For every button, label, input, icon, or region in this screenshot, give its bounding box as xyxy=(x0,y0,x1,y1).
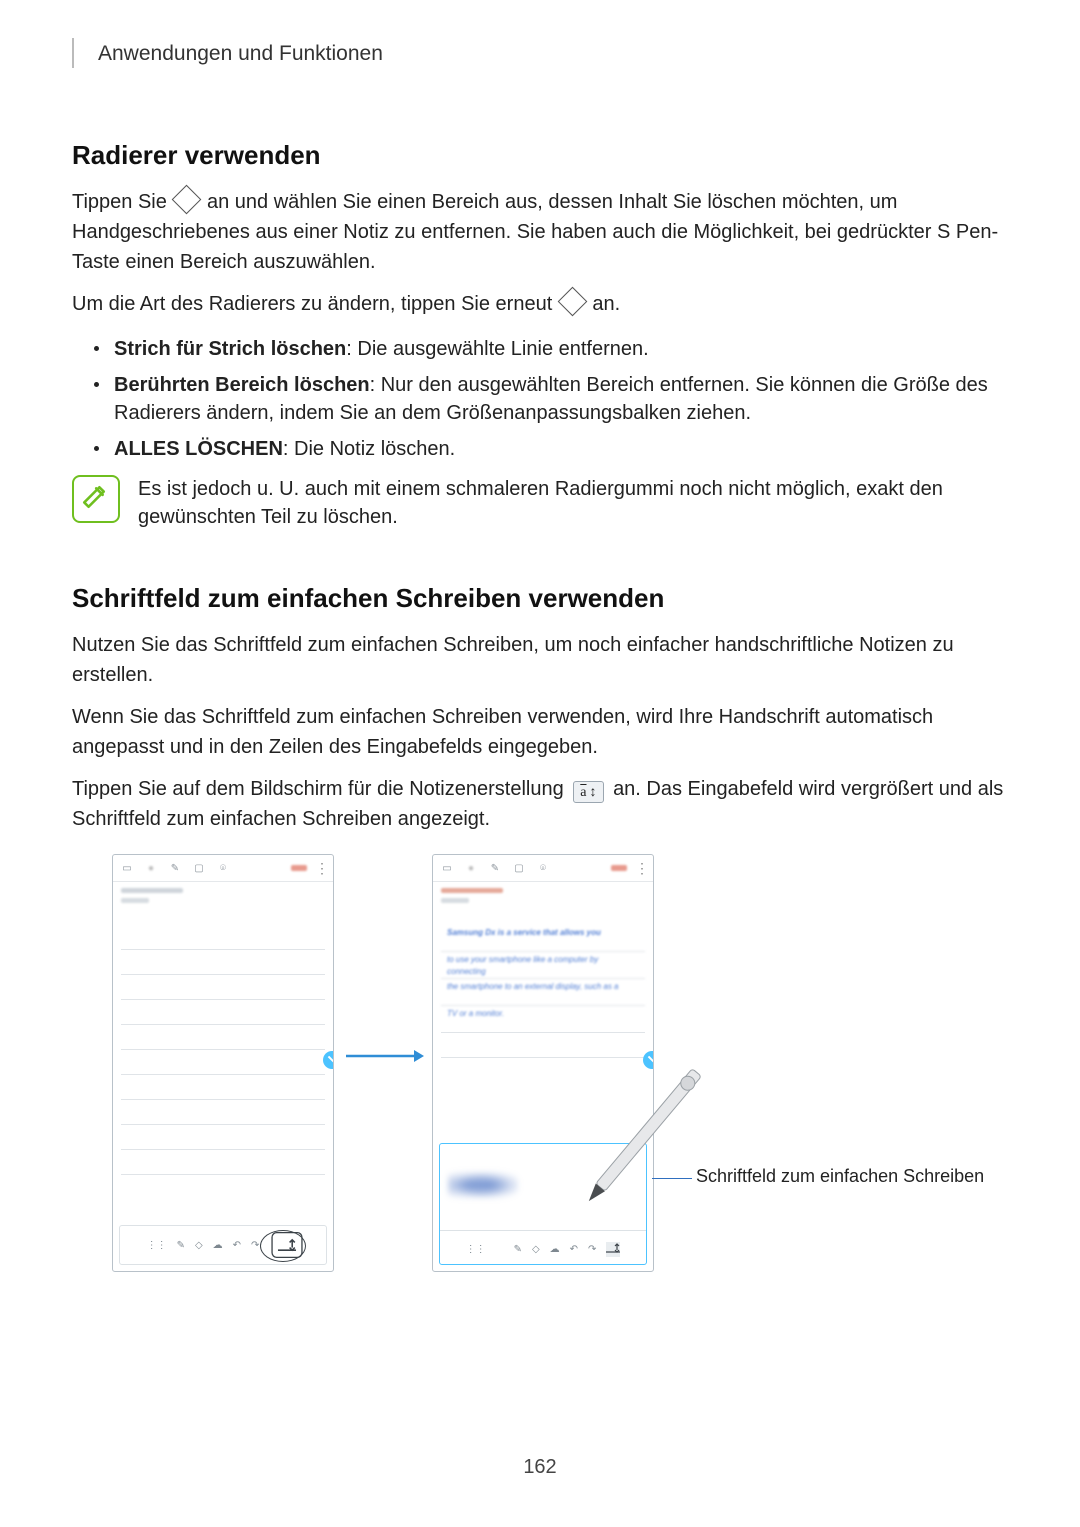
list-item: Berührten Bereich löschen: Nur den ausge… xyxy=(72,367,1008,431)
brush-icon: ✎ xyxy=(167,863,183,874)
running-header: Anwendungen und Funktionen xyxy=(72,38,1008,68)
handwriting-line: to use your smartphone like a computer b… xyxy=(441,951,645,978)
cloud-icon: ☁ xyxy=(550,1244,560,1255)
easy-writing-panel: ⋮⋮ ✎ ◇ ☁ ↶ ↷ xyxy=(439,1143,647,1265)
eraser-diamond-icon xyxy=(172,185,202,215)
paragraph: Tippen Sie an und wählen Sie einen Berei… xyxy=(72,187,1008,277)
floating-edit-icon xyxy=(323,1051,334,1069)
eraser-diamond-icon: ◇ xyxy=(195,1240,203,1251)
eraser-diamond-icon: ◇ xyxy=(532,1244,540,1255)
image-icon: ▢ xyxy=(191,863,207,874)
paragraph: Nutzen Sie das Schriftfeld zum einfachen… xyxy=(72,630,1008,690)
phone-before: ▭ ● ✎ ▢ ⌾ ⋮ ⋮⋮ ✎ xyxy=(112,854,334,1272)
redo-icon: ↷ xyxy=(251,1240,259,1251)
list-item: Strich für Strich löschen: Die ausgewähl… xyxy=(72,331,1008,367)
page-number: 162 xyxy=(0,1456,1080,1479)
grid-icon: ⋮⋮ xyxy=(147,1240,167,1251)
bullet-list: Strich für Strich löschen: Die ausgewähl… xyxy=(72,331,1008,467)
list-item: ALLES LÖSCHEN: Die Notiz löschen. xyxy=(72,431,1008,467)
grid-icon: ⋮⋮ xyxy=(466,1244,486,1255)
easy-writing-inline-icon: a↕ xyxy=(573,781,603,803)
easy-writing-input-row xyxy=(440,1144,646,1231)
more-icon: ⋮ xyxy=(315,863,327,873)
pen-tool-icon: ✎ xyxy=(514,1244,522,1255)
bottom-toolbar: ⋮⋮ ✎ ◇ ☁ ↶ ↷ xyxy=(119,1225,327,1265)
mic-icon: ⌾ xyxy=(215,863,231,874)
callout-line xyxy=(652,1178,692,1180)
phone-toolbar: ▭ ● ✎ ▢ ⌾ ⋮ xyxy=(113,855,333,882)
phone-toolbar: ▭ ● ✎ ▢ ⌾ ⋮ xyxy=(433,855,653,882)
paragraph: Tippen Sie auf dem Bildschirm für die No… xyxy=(72,774,1008,834)
floating-edit-icon xyxy=(643,1051,654,1069)
handwriting-ink xyxy=(448,1168,518,1202)
image-icon: ▢ xyxy=(511,863,527,874)
chapter-title: Anwendungen und Funktionen xyxy=(98,42,383,65)
phone-after: ▭ ● ✎ ▢ ⌾ ⋮ Samsung Dx is a service that… xyxy=(432,854,654,1272)
pen-icon: ● xyxy=(463,863,479,874)
note-title-area xyxy=(113,882,333,910)
keyboard-icon: ▭ xyxy=(439,863,455,874)
document-page: Anwendungen und Funktionen Radierer verw… xyxy=(0,0,1080,1284)
handwriting-line: the smartphone to an external display, s… xyxy=(441,978,645,1005)
save-pill-icon xyxy=(291,865,307,871)
note-text: Es ist jedoch u. U. auch mit einem schma… xyxy=(138,475,1008,531)
eraser-diamond-icon xyxy=(557,287,587,317)
easy-writing-toolbar: ⋮⋮ ✎ ◇ ☁ ↶ ↷ xyxy=(440,1234,646,1264)
easy-writing-toggle-icon xyxy=(606,1242,620,1257)
brush-icon: ✎ xyxy=(487,863,503,874)
pen-icon: ● xyxy=(143,863,159,874)
keyboard-icon: ▭ xyxy=(119,863,135,874)
pen-tool-icon: ✎ xyxy=(177,1240,185,1251)
note-ruled-area: Samsung Dx is a service that allows you … xyxy=(441,925,645,1139)
more-icon: ⋮ xyxy=(635,863,647,873)
handwriting-line: Samsung Dx is a service that allows you xyxy=(441,925,645,951)
paragraph: Wenn Sie das Schriftfeld zum einfachen S… xyxy=(72,702,1008,762)
figure-callout-text: Schriftfeld zum einfachen Schreiben xyxy=(696,1164,984,1188)
figure-easywriting: ▭ ● ✎ ▢ ⌾ ⋮ ⋮⋮ ✎ xyxy=(72,854,1008,1284)
save-pill-icon xyxy=(611,865,627,871)
undo-icon: ↶ xyxy=(570,1244,578,1255)
handwriting-line: TV or a monitor. xyxy=(441,1005,645,1032)
heading-easywriting: Schriftfeld zum einfachen Schreiben verw… xyxy=(72,583,1008,614)
cloud-icon: ☁ xyxy=(213,1240,223,1251)
undo-icon: ↶ xyxy=(233,1240,241,1251)
note-pencil-icon xyxy=(72,475,120,523)
paragraph: Um die Art des Radierers zu ändern, tipp… xyxy=(72,289,1008,319)
mic-icon: ⌾ xyxy=(535,863,551,874)
arrow-icon xyxy=(344,1046,424,1066)
note-title-area xyxy=(433,882,653,910)
easy-writing-toggle-icon xyxy=(272,1232,303,1258)
redo-icon: ↷ xyxy=(588,1244,596,1255)
heading-eraser: Radierer verwenden xyxy=(72,140,1008,171)
note-box: Es ist jedoch u. U. auch mit einem schma… xyxy=(72,475,1008,531)
note-ruled-area xyxy=(121,925,325,1215)
